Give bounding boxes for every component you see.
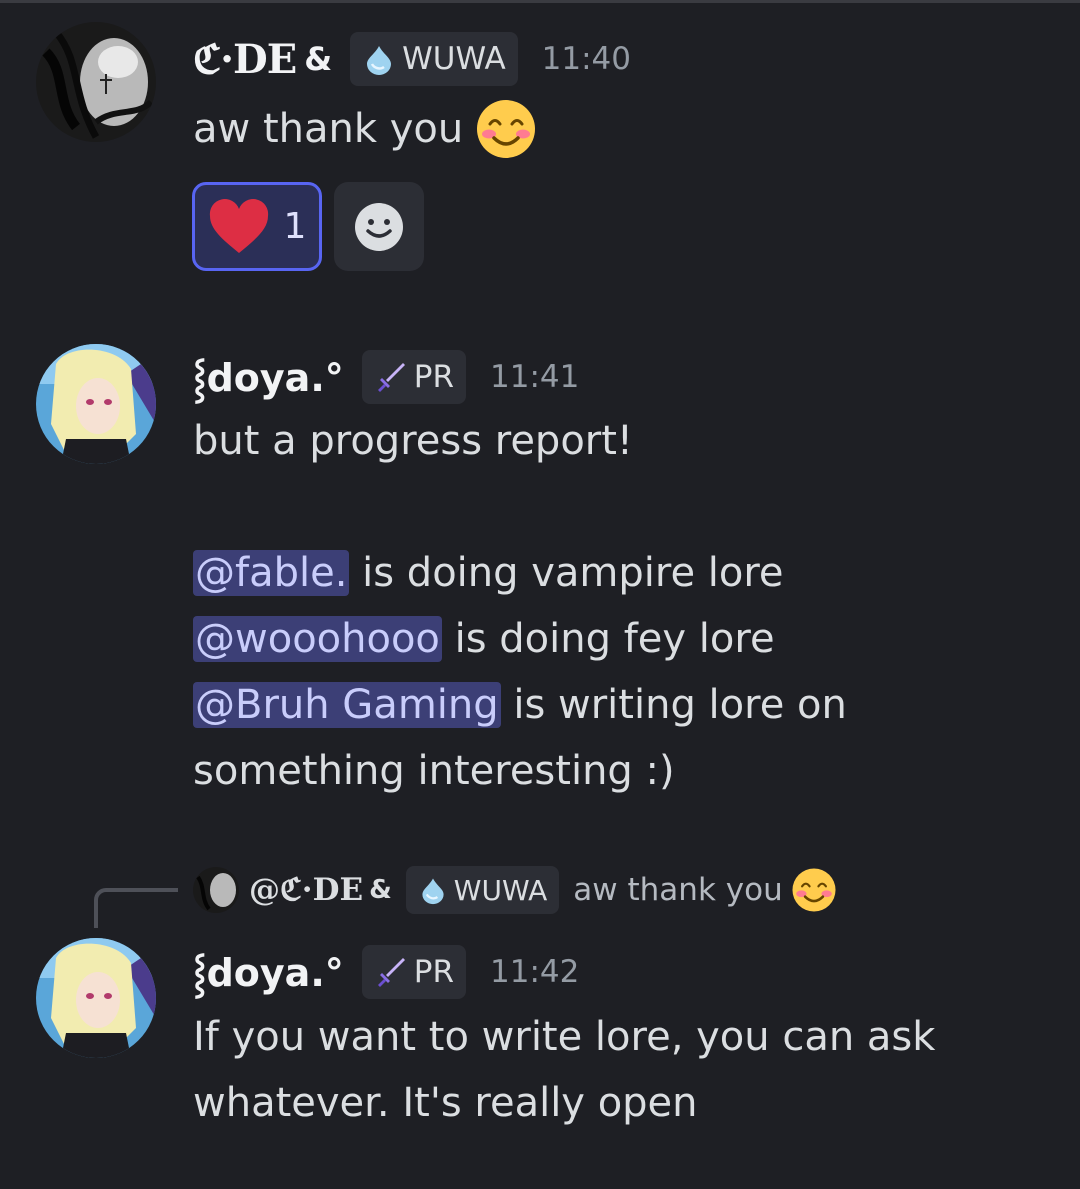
text-line: @fable. is doing vampire lore	[193, 550, 784, 596]
reaction-heart[interactable]: 1	[192, 182, 322, 271]
heart-icon	[208, 198, 270, 255]
add-reaction-button[interactable]	[334, 182, 424, 271]
reply-username-suffix: &	[369, 875, 392, 905]
username[interactable]: ⸾doya.°	[193, 946, 344, 998]
reply-avatar[interactable]	[193, 867, 239, 913]
reply-connector	[94, 888, 178, 928]
server-tag[interactable]: WUWA	[405, 866, 560, 914]
mention-link[interactable]: @wooohooo	[193, 616, 442, 662]
add-reaction-icon	[354, 202, 404, 252]
text-line: but a progress report!	[193, 418, 633, 464]
mention-link[interactable]: @fable.	[193, 550, 350, 596]
message-text: but a progress report! @fable. is doing …	[193, 408, 847, 804]
tag-label: WUWA	[453, 873, 548, 907]
smiling-face-icon	[475, 98, 537, 160]
timestamp[interactable]: 11:40	[542, 41, 631, 77]
timestamp[interactable]: 11:41	[490, 359, 579, 395]
sword-icon	[374, 360, 408, 394]
text-line: whatever. It's really open	[193, 1080, 698, 1126]
timestamp[interactable]: 11:42	[490, 954, 579, 990]
reply-preview[interactable]: @ℭ·DE & WUWA aw thank you	[193, 866, 837, 914]
avatar[interactable]	[36, 22, 156, 142]
avatar[interactable]	[36, 938, 156, 1058]
server-tag[interactable]: WUWA	[350, 32, 518, 86]
avatar[interactable]	[36, 344, 156, 464]
water-drop-icon	[362, 42, 396, 76]
message-text: If you want to write lore, you can ask w…	[193, 1004, 935, 1136]
top-divider	[0, 0, 1080, 3]
text-line: something interesting :)	[193, 748, 675, 794]
tag-label: WUWA	[402, 41, 506, 77]
smiling-face-icon	[791, 867, 837, 913]
reply-username[interactable]: @ℭ·DE	[249, 872, 363, 908]
text-line: If you want to write lore, you can ask	[193, 1014, 936, 1060]
reply-text: aw thank you	[573, 872, 783, 908]
reaction-count: 1	[283, 206, 307, 247]
sword-icon	[374, 955, 408, 989]
text-line: @wooohooo is doing fey lore	[193, 616, 775, 662]
username[interactable]: ⸾doya.°	[193, 351, 344, 403]
server-tag[interactable]: PR	[361, 350, 466, 404]
tag-label: PR	[413, 359, 454, 395]
mention-link[interactable]: @Bruh Gaming	[193, 682, 501, 728]
username-suffix: &	[304, 40, 333, 78]
tag-label: PR	[413, 954, 454, 990]
message-text: aw thank you	[193, 106, 464, 152]
text-line: @Bruh Gaming is writing lore on	[193, 682, 847, 728]
server-tag[interactable]: PR	[361, 945, 466, 999]
username[interactable]: ℭ·DE	[193, 36, 297, 83]
water-drop-icon	[418, 875, 448, 905]
